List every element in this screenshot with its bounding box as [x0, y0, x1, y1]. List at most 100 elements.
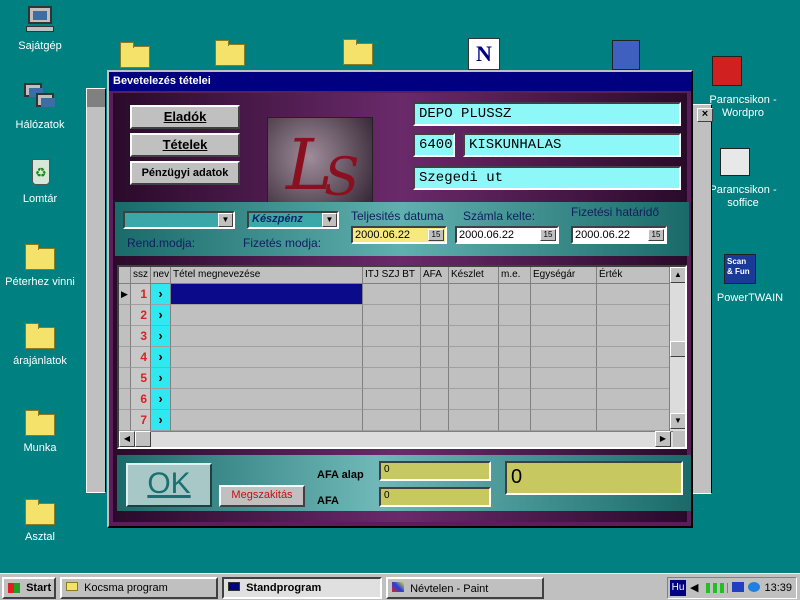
col-tetel[interactable]: Tétel megnevezése: [171, 267, 363, 284]
table-row[interactable]: 2 ›: [119, 305, 674, 326]
afa-field[interactable]: 0: [379, 487, 491, 507]
grid-cell[interactable]: [171, 305, 363, 326]
soffice-icon[interactable]: [720, 148, 750, 176]
grid-cell[interactable]: [421, 284, 449, 305]
grid-cell[interactable]: [449, 389, 499, 410]
grid-cell[interactable]: [363, 389, 421, 410]
grid-cell[interactable]: [421, 368, 449, 389]
row-selector[interactable]: [119, 410, 131, 431]
scroll-down-icon[interactable]: ▼: [670, 413, 685, 429]
col-ssz[interactable]: ssz: [131, 267, 151, 284]
grid-cell[interactable]: [363, 305, 421, 326]
desktop-icon-arajanlatok[interactable]: árajánlatok: [0, 319, 80, 367]
netscape-icon[interactable]: N: [468, 38, 500, 70]
calendar-icon[interactable]: 15: [540, 229, 556, 241]
grid-cell[interactable]: [499, 284, 531, 305]
calendar-icon[interactable]: 15: [648, 229, 664, 241]
grid-cell[interactable]: [171, 284, 363, 305]
col-ertek[interactable]: Érték: [597, 267, 673, 284]
grid-cell[interactable]: [421, 305, 449, 326]
col-afa[interactable]: AFA: [421, 267, 449, 284]
row-nev-cell[interactable]: ›: [151, 326, 171, 347]
grid-cell[interactable]: [597, 284, 673, 305]
vertical-scrollbar[interactable]: ▲ ▼: [669, 267, 685, 431]
grid-cell[interactable]: [449, 347, 499, 368]
speaker-icon[interactable]: ◀: [690, 581, 698, 594]
grid-cell[interactable]: [421, 410, 449, 431]
scroll-thumb-h[interactable]: [135, 431, 151, 447]
grid-cell[interactable]: [171, 347, 363, 368]
grid-cell[interactable]: [171, 326, 363, 347]
grid-cell[interactable]: [531, 389, 597, 410]
grid-cell[interactable]: [597, 347, 673, 368]
grid-cell[interactable]: [531, 410, 597, 431]
desktop-icon-lomtar[interactable]: Lomtár: [0, 157, 80, 205]
grid-cell[interactable]: [449, 305, 499, 326]
afa-alap-field[interactable]: 0: [379, 461, 491, 481]
teljesites-date-field[interactable]: 2000.06.22 15: [351, 226, 447, 244]
chevron-down-icon[interactable]: ▼: [218, 213, 233, 227]
row-nev-cell[interactable]: ›: [151, 347, 171, 368]
grid-cell[interactable]: [531, 326, 597, 347]
row-selector[interactable]: [119, 389, 131, 410]
partner-street-field[interactable]: Szegedi ut: [413, 166, 681, 190]
grid-cell[interactable]: [171, 368, 363, 389]
row-selector[interactable]: [119, 305, 131, 326]
grid-cell[interactable]: [363, 347, 421, 368]
row-selector[interactable]: [119, 326, 131, 347]
grid-cell[interactable]: [421, 326, 449, 347]
table-row[interactable]: 3 ›: [119, 326, 674, 347]
bevetelezes-window[interactable]: Bevetelezés tételei × Eladók Tételek Pén…: [107, 70, 713, 528]
col-nev[interactable]: nev: [151, 267, 171, 284]
table-row[interactable]: 5 ›: [119, 368, 674, 389]
grid-cell[interactable]: [597, 326, 673, 347]
grid-cell[interactable]: [597, 410, 673, 431]
col-me[interactable]: m.e.: [499, 267, 531, 284]
partner-name-field[interactable]: DEPO PLUSSZ: [413, 102, 681, 126]
col-egysegar[interactable]: Egységár: [531, 267, 597, 284]
scroll-up-icon[interactable]: ▲: [670, 267, 685, 283]
desktop-icon-sajatgep[interactable]: Sajátgép: [0, 4, 80, 52]
scan-fun-icon[interactable]: Scan & Fun: [724, 254, 756, 284]
penzugyi-adatok-button[interactable]: Pénzügyi adatok: [130, 161, 240, 185]
grid-cell[interactable]: [363, 368, 421, 389]
tetelek-button[interactable]: Tételek: [130, 133, 240, 157]
row-nev-cell[interactable]: ›: [151, 305, 171, 326]
calculator-icon[interactable]: [612, 40, 640, 70]
grid-cell[interactable]: [499, 305, 531, 326]
grid-cell[interactable]: [363, 284, 421, 305]
close-button[interactable]: ×: [697, 108, 713, 122]
grid-cell[interactable]: [597, 389, 673, 410]
calendar-icon[interactable]: 15: [428, 229, 444, 241]
items-grid[interactable]: ssz nev Tétel megnevezése ITJ SZJ BT AFA…: [117, 265, 687, 449]
background-window[interactable]: [86, 88, 106, 493]
horizontal-scrollbar[interactable]: ◀ ▶: [119, 431, 673, 447]
row-selector[interactable]: [119, 368, 131, 389]
table-row[interactable]: 6 ›: [119, 389, 674, 410]
fizetes-modja-select[interactable]: Készpénz ▼: [247, 211, 339, 229]
grid-cell[interactable]: [449, 284, 499, 305]
grid-cell[interactable]: [531, 347, 597, 368]
language-indicator[interactable]: Hu: [670, 580, 686, 596]
grid-cell[interactable]: [597, 368, 673, 389]
scroll-left-icon[interactable]: ◀: [119, 431, 135, 447]
taskbar-button-paint[interactable]: Névtelen - Paint: [386, 577, 544, 599]
folder-icon[interactable]: [342, 35, 374, 67]
row-nev-cell[interactable]: ›: [151, 368, 171, 389]
grid-cell[interactable]: [421, 389, 449, 410]
grid-cell[interactable]: [499, 410, 531, 431]
network-tray-icon[interactable]: [706, 583, 728, 593]
grid-cell[interactable]: [531, 305, 597, 326]
messenger-tray-icon[interactable]: [748, 582, 760, 592]
grid-cell[interactable]: [499, 389, 531, 410]
taskbar-button-standprogram[interactable]: Standprogram: [222, 577, 382, 599]
rend-modja-select[interactable]: ▼: [123, 211, 235, 229]
partner-city-field[interactable]: KISKUNHALAS: [463, 133, 681, 157]
grid-cell[interactable]: [531, 368, 597, 389]
ok-button[interactable]: OK: [126, 463, 212, 507]
grid-cell[interactable]: [449, 368, 499, 389]
grid-cell[interactable]: [171, 410, 363, 431]
grid-cell[interactable]: [531, 284, 597, 305]
row-nev-cell[interactable]: ›: [151, 410, 171, 431]
hatarido-date-field[interactable]: 2000.06.22 15: [571, 226, 667, 244]
